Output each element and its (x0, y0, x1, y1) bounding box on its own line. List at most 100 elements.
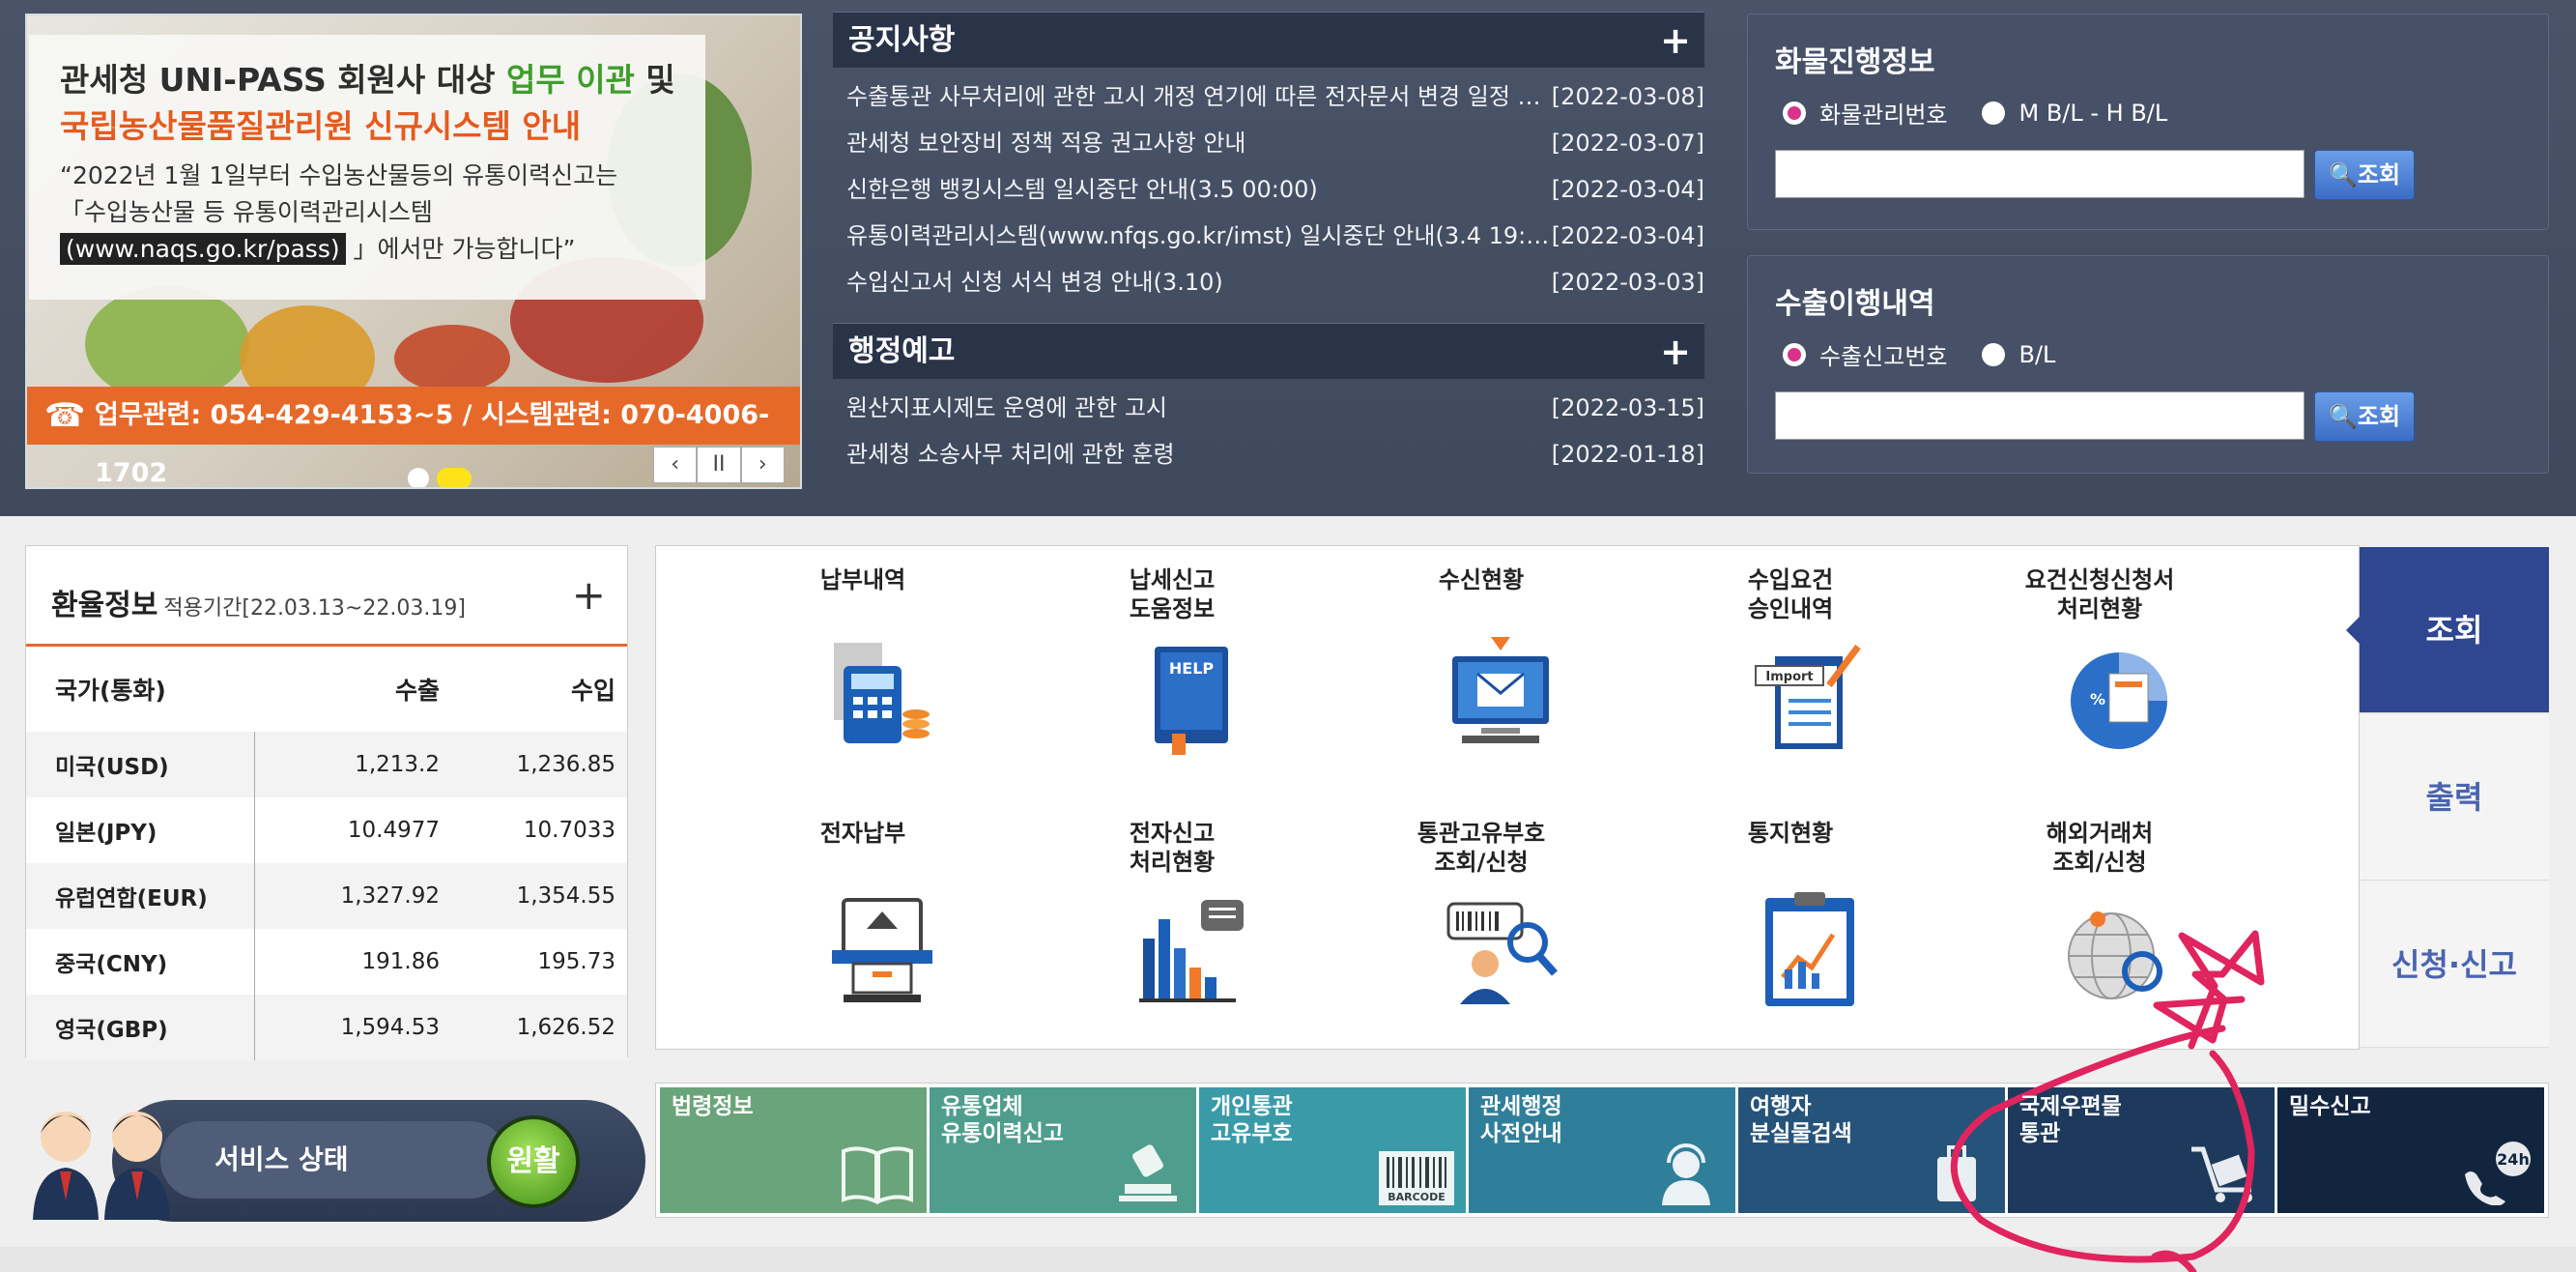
service-status-widget: 서비스 상태 원활 (25, 1094, 645, 1222)
svg-text:24h: 24h (2497, 1150, 2530, 1169)
list-item[interactable]: 관세청 보안장비 정책 적용 권고사항 안내 [2022-03-07] (846, 120, 1704, 166)
book-icon (842, 1146, 913, 1205)
svg-text:HELP: HELP (1169, 659, 1215, 678)
banner-dot-2[interactable] (437, 468, 472, 487)
exchange-rate-title: 환율정보 적용기간[22.03.13~22.03.19] (51, 589, 466, 622)
menu-payment-history[interactable]: 납부내역 (708, 546, 1017, 797)
export-search-box: 수출이행내역 수출신고번호 B/L 🔍조회 (1747, 255, 2549, 474)
barcode-icon: BARCODE (1379, 1151, 1454, 1205)
list-item[interactable]: 원산지표시제도 운영에 관한 고시 [2022-03-15] (846, 385, 1704, 431)
search-icon: 🔍 (2328, 403, 2358, 430)
tile-lost-and-found[interactable]: 여행자 분실물검색 (1738, 1087, 2005, 1213)
cargo-radio-mgmt-number[interactable]: 화물관리번호 (1783, 96, 1947, 130)
avatar-icon (104, 1112, 170, 1220)
service-menu-grid: 납부내역 납세신고 도움정보 HELP 수신현황 수입요건 승인내역 Impor… (655, 545, 2360, 1050)
tile-smuggling-report[interactable]: 밀수신고 24h (2277, 1087, 2544, 1213)
menu-requirement-status[interactable]: 요건신청신청서 처리현황 % (1945, 546, 2254, 797)
banner-line2: 국립농산물품질관리원 신규시스템 안내 (60, 107, 582, 145)
mail-monitor-icon (1452, 637, 1549, 743)
prev-button[interactable]: ‹ (653, 447, 698, 483)
cargo-search-input[interactable] (1775, 150, 2304, 198)
barcode-search-icon (1446, 902, 1558, 1004)
tab-print[interactable]: 출력 (2360, 714, 2549, 881)
globe-search-icon (2068, 911, 2162, 999)
cargo-search-box: 화물진행정보 화물관리번호 M B/L - H B/L 🔍조회 (1747, 14, 2549, 230)
table-row: 일본(JPY) 10.4977 10.7033 (26, 797, 627, 863)
notice-more-button[interactable]: + (1660, 13, 1691, 69)
notice-list: 수출통관 사무처리에 관한 고시 개정 연기에 따른 전자문서 변경 일정 …[… (846, 73, 1704, 305)
phone-24h-icon: 24h (2465, 1142, 2531, 1205)
clipboard-chart-icon (1765, 892, 1854, 1006)
export-search-input[interactable] (1775, 391, 2304, 440)
admin-notice-list: 원산지표시제도 운영에 관한 고시 [2022-03-15] 관세청 소송사무 처… (846, 385, 1704, 477)
cargo-radio-bl[interactable]: M B/L - H B/L (1982, 96, 2167, 130)
exchange-rate-header: 환율정보 적용기간[22.03.13~22.03.19] + (26, 546, 627, 647)
menu-receive-status[interactable]: 수신현황 (1327, 546, 1636, 797)
next-button[interactable]: › (740, 447, 785, 483)
vegetable-image (85, 286, 249, 402)
bottom-strip (0, 1247, 2576, 1272)
menu-customs-code[interactable]: 통관고유부호 조회/신청 (1327, 799, 1636, 1051)
export-radio-group: 수출신고번호 B/L (1783, 337, 2090, 371)
svg-text:BARCODE: BARCODE (1388, 1191, 1445, 1203)
search-icon: 🔍 (2328, 161, 2358, 188)
exchange-rate-table: 국가(통화) 수출 수입 미국(USD) 1,213.2 1,236.85 일본… (26, 647, 627, 1060)
cargo-radio-group: 화물관리번호 M B/L - H B/L (1783, 96, 2202, 130)
service-status-label: 서비스 상태 (215, 1143, 349, 1175)
admin-notice-header: 행정예고 + (833, 323, 1704, 379)
tile-distribution-report[interactable]: 유통업체 유통이력신고 (930, 1087, 1196, 1213)
list-item[interactable]: 관세청 소송사무 처리에 관한 훈령 [2022-01-18] (846, 431, 1704, 477)
svg-text:Import: Import (1765, 670, 1813, 684)
tile-international-mail[interactable]: 국제우편물 통관 (2008, 1087, 2275, 1213)
promo-banner[interactable]: 관세청 UNI-PASS 회원사 대상 업무 이관 및 국립농산물품질관리원 신… (25, 14, 802, 489)
menu-tax-help[interactable]: 납세신고 도움정보 HELP (1017, 546, 1327, 797)
cargo-search-button[interactable]: 🔍조회 (2314, 150, 2415, 200)
table-row: 미국(USD) 1,213.2 1,236.85 (26, 732, 627, 797)
banner-line4: 「수입농산물 등 유통이력관리시스템 (60, 198, 433, 226)
admin-notice-title: 행정예고 (848, 334, 956, 368)
help-book-icon: HELP (1155, 647, 1228, 755)
table-row: 중국(CNY) 191.86 195.73 (26, 929, 627, 995)
radio-unchecked-icon (1982, 101, 2006, 125)
exchange-rate-more-button[interactable]: + (572, 571, 606, 619)
banner-line5: (www.naqs.go.kr/pass) 」에서만 가능합니다” (60, 230, 575, 265)
export-search-button[interactable]: 🔍조회 (2314, 391, 2415, 442)
radio-checked-icon (1783, 101, 1806, 125)
export-radio-bl[interactable]: B/L (1982, 337, 2055, 371)
bar-chart-icon (1139, 900, 1244, 1002)
avatar-icon (33, 1112, 99, 1220)
tile-customs-guide[interactable]: 관세행정 사전안내 (1469, 1087, 1735, 1213)
payment-terminal-icon (832, 898, 932, 1002)
export-radio-declaration[interactable]: 수출신고번호 (1783, 337, 1947, 371)
list-item[interactable]: 신한은행 뱅킹시스템 일시중단 안내(3.5 00:00) [2022-03-04… (846, 166, 1704, 213)
luggage-icon (1937, 1145, 1976, 1201)
status-badge: 원활 (487, 1115, 580, 1208)
phone-icon: ☎ (44, 396, 86, 435)
top-section: 관세청 UNI-PASS 회원사 대상 업무 이관 및 국립농산물품질관리원 신… (0, 0, 2576, 516)
svg-text:%: % (2090, 690, 2105, 708)
menu-e-payment[interactable]: 전자납부 (708, 799, 1017, 1051)
pause-button[interactable]: II (697, 447, 741, 483)
tab-apply-declare[interactable]: 신청·신고 (2360, 882, 2549, 1048)
stamp-icon (1119, 1144, 1177, 1201)
menu-overseas-partner[interactable]: 해외거래처 조회/신청 (1945, 799, 2254, 1051)
menu-notification-status[interactable]: 통지현황 (1636, 799, 1945, 1051)
list-item[interactable]: 유통이력관리시스템(www.nfqs.go.kr/imst) 일시중단 안내(3… (846, 213, 1704, 259)
list-item[interactable]: 수입신고서 신청 서식 변경 안내(3.10) [2022-03-03] (846, 259, 1704, 305)
admin-notice-more-button[interactable]: + (1660, 324, 1691, 380)
table-row: 영국(GBP) 1,594.53 1,626.52 (26, 995, 627, 1060)
notice-title: 공지사항 (848, 23, 956, 57)
notice-header: 공지사항 + (833, 12, 1704, 68)
pie-document-icon: % (2071, 652, 2167, 749)
cart-icon (2191, 1146, 2252, 1202)
tile-personal-customs-code[interactable]: 개인통관 고유부호 BARCODE (1199, 1087, 1466, 1213)
banner-dot-1[interactable] (408, 468, 429, 487)
list-item[interactable]: 수출통관 사무처리에 관한 고시 개정 연기에 따른 전자문서 변경 일정 …[… (846, 73, 1704, 120)
tile-law-info[interactable]: 법령정보 (660, 1087, 927, 1213)
menu-import-approval[interactable]: 수입요건 승인내역 Import (1636, 546, 1945, 797)
exchange-rate-panel: 환율정보 적용기간[22.03.13~22.03.19] + 국가(통화) 수출 … (25, 545, 628, 1060)
tab-inquiry[interactable]: 조회 (2346, 547, 2549, 713)
quick-link-tiles: 법령정보 유통업체 유통이력신고 개인통관 고유부호 BARCODE 관세행정 … (655, 1083, 2549, 1218)
radio-checked-icon (1783, 342, 1806, 366)
menu-e-declaration-status[interactable]: 전자신고 처리현황 (1017, 799, 1327, 1051)
